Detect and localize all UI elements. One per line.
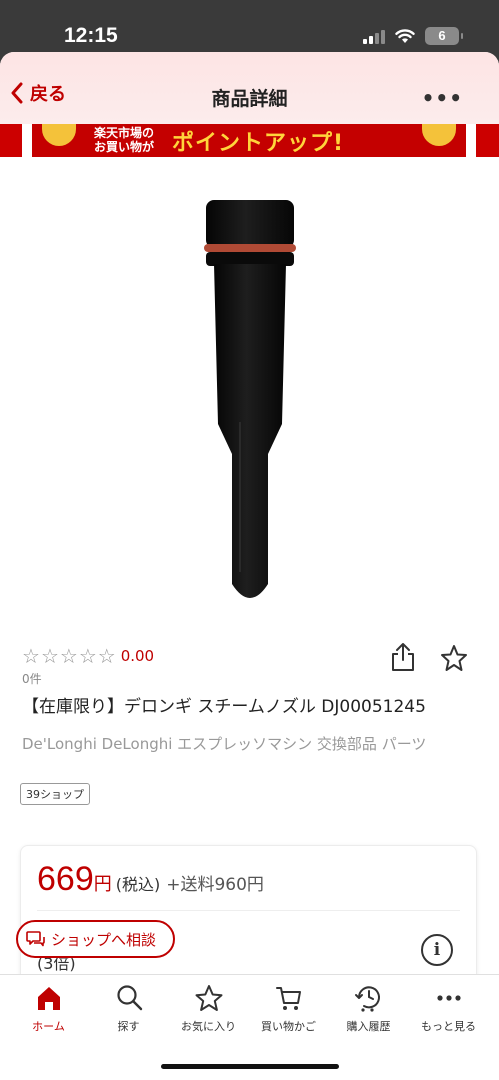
coin-icon — [42, 124, 76, 146]
price-unit: 円 — [93, 874, 112, 895]
favorite-star-icon[interactable] — [440, 644, 468, 672]
status-bar: 12:15 6 — [0, 0, 499, 52]
chat-icon — [26, 931, 45, 947]
signal-icon — [363, 28, 385, 44]
tab-cart[interactable]: 買い物かご — [247, 983, 330, 1034]
cart-icon — [275, 987, 301, 1010]
price-amount: 669 — [37, 860, 94, 898]
shop-consult-button[interactable]: ショップへ相談 — [16, 920, 175, 958]
banner-edge-left — [0, 124, 22, 157]
tab-label: お気に入り — [181, 1020, 236, 1033]
shipping-fee: +送料960円 — [166, 875, 264, 895]
star-empty-icon: ☆ — [97, 644, 116, 668]
banner-main[interactable]: 楽天市場の お買い物が ポイントアップ! — [32, 124, 466, 157]
rating-value: 0.00 — [120, 647, 155, 665]
star-empty-icon: ☆ — [22, 644, 40, 668]
shop-tag: 39ショップ — [20, 783, 90, 805]
wifi-icon — [395, 29, 415, 43]
battery-icon: 6 — [425, 27, 463, 45]
more-options-button[interactable]: ••• — [422, 86, 463, 110]
status-time: 12:15 — [64, 24, 118, 47]
share-icon[interactable] — [390, 642, 416, 672]
product-subtitle: De'Longhi DeLonghi エスプレッソマシン 交換部品 パーツ — [22, 735, 427, 753]
home-icon — [37, 987, 60, 1010]
product-title: 【在庫限り】デロンギ スチームノズル DJ00051245 — [22, 697, 426, 717]
shop-consult-label: ショップへ相談 — [51, 930, 157, 949]
nav-bar: 戻る 商品詳細 ••• — [0, 52, 499, 124]
home-indicator — [161, 1064, 339, 1069]
tab-label: 買い物かご — [261, 1020, 316, 1033]
coin-icon — [422, 124, 456, 146]
more-icon — [436, 995, 461, 1001]
star-empty-icon: ☆ — [40, 644, 59, 668]
banner-edge-right — [476, 124, 499, 157]
tab-favorites[interactable]: お気に入り — [167, 983, 250, 1034]
promo-banner[interactable]: 楽天市場の お買い物が ポイントアップ! — [0, 124, 499, 160]
tax-label: (税込) — [115, 875, 161, 894]
tab-label: ホーム — [32, 1020, 65, 1033]
tab-label: もっと見る — [421, 1020, 476, 1033]
tab-label: 購入履歴 — [346, 1020, 391, 1033]
tab-search[interactable]: 探す — [87, 983, 170, 1034]
banner-small-text: 楽天市場の お買い物が — [94, 126, 155, 154]
rating-row[interactable]: ☆ ☆ ☆ ☆ ☆ 0.00 — [22, 644, 154, 668]
review-count[interactable]: 0件 — [22, 670, 42, 687]
tab-more[interactable]: もっと見る — [407, 983, 490, 1034]
search-icon — [116, 985, 142, 1011]
product-image[interactable] — [170, 192, 330, 612]
divider — [37, 910, 460, 911]
tab-label: 探す — [117, 1020, 140, 1033]
banner-headline: ポイントアップ! — [172, 131, 345, 156]
status-icons: 6 — [363, 27, 463, 45]
tab-home[interactable]: ホーム — [7, 983, 90, 1034]
info-icon[interactable]: i — [421, 934, 453, 966]
product-sheet: 戻る 商品詳細 ••• 楽天市場の お買い物が ポイントアップ! ☆ ☆ ☆ ☆… — [0, 52, 499, 1080]
tab-purchase-history[interactable]: 購入履歴 — [327, 983, 410, 1034]
price-row: 669 円 (税込) +送料960円 — [37, 860, 264, 899]
star-empty-icon: ☆ — [78, 644, 97, 668]
star-empty-icon: ☆ — [59, 644, 78, 668]
star-icon — [195, 985, 222, 1011]
history-icon — [354, 986, 380, 1012]
